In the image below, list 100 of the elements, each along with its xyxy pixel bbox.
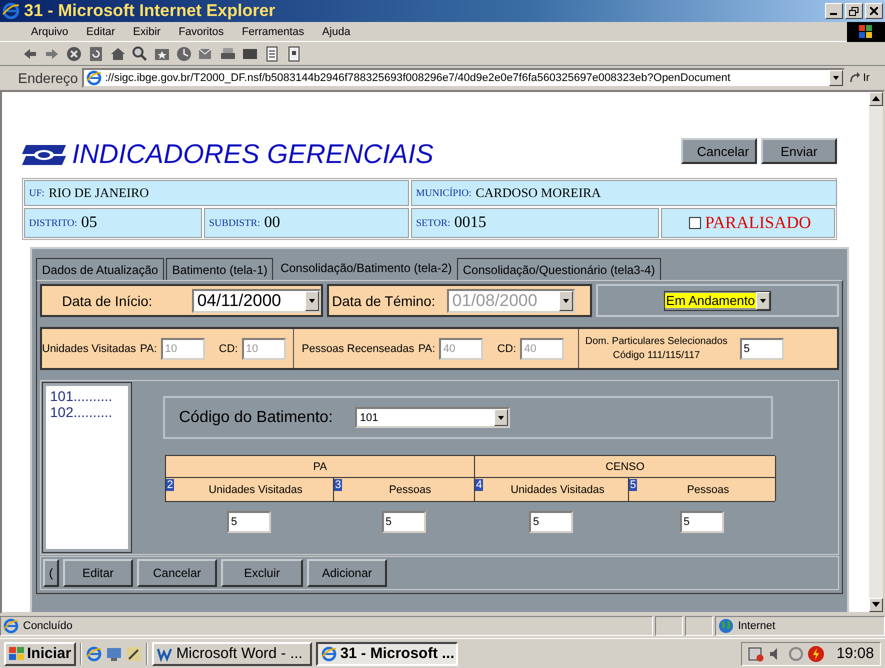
taskbar-button[interactable]: 31 - Microsoft ...: [316, 642, 458, 666]
column-label: Unidades Visitadas: [208, 484, 304, 496]
field-value: 00: [264, 214, 280, 232]
menu-item[interactable]: Editar: [79, 26, 122, 38]
field-label: SUBDISTR:: [209, 218, 260, 228]
column-number: 2: [166, 479, 174, 491]
cd-label: CD:: [218, 342, 238, 354]
home-icon[interactable]: [110, 46, 126, 62]
action-button[interactable]: Adicionar: [307, 559, 387, 587]
address-label: Endereço: [18, 70, 78, 86]
field-label: SETOR:: [416, 218, 450, 228]
column-label: Pessoas: [388, 484, 432, 496]
menu-item[interactable]: Favoritos: [172, 26, 231, 38]
submit-button[interactable]: Enviar: [761, 138, 837, 164]
action-button[interactable]: Cancelar: [137, 559, 217, 587]
start-button[interactable]: Iniciar: [4, 642, 76, 666]
code-label: Código do Batimento:: [179, 408, 333, 426]
status-select[interactable]: Em Andamento: [664, 290, 771, 310]
browser-logo-icon[interactable]: [2, 2, 20, 20]
field-label: MUNICÍPIO:: [416, 188, 472, 198]
date-label: Data de Início:: [62, 292, 152, 308]
cancel-button[interactable]: Cancelar: [681, 138, 757, 164]
mail-icon[interactable]: [198, 46, 214, 62]
document-icon[interactable]: [264, 46, 280, 62]
page-icon[interactable]: [86, 70, 102, 86]
checkbox[interactable]: [688, 217, 701, 229]
stop-icon[interactable]: [66, 46, 82, 62]
browser-icon[interactable]: [321, 646, 338, 662]
menu-item[interactable]: Ferramentas: [234, 26, 312, 38]
scheduler-icon[interactable]: [748, 646, 764, 662]
page-title: INDICADORES GERENCIAIS: [72, 139, 434, 170]
date-select[interactable]: 04/11/2000: [192, 288, 321, 312]
clock: 19:08: [836, 645, 874, 662]
dropdown-arrow-icon[interactable]: [832, 74, 840, 82]
list-item[interactable]: 102..........: [50, 404, 124, 420]
action-button[interactable]: Editar: [63, 559, 133, 587]
households-label: Dom. Particulares Selecionados Código 111/115/117: [585, 334, 728, 362]
code-list[interactable]: 101.......... 102..........: [43, 383, 131, 552]
page-icon[interactable]: [3, 618, 19, 634]
restore-icon: [849, 6, 859, 16]
group-header: PA: [166, 456, 475, 478]
zone-text: Internet: [738, 620, 776, 632]
status-pane: [685, 616, 713, 636]
windows-flag-icon: [847, 22, 885, 42]
document-icon[interactable]: [286, 46, 302, 62]
tab[interactable]: Consolidação/Batimento (tela-2): [275, 255, 457, 280]
value-input[interactable]: 5: [227, 511, 271, 533]
code-select[interactable]: 101: [354, 407, 510, 428]
minimize-button[interactable]: [825, 3, 843, 19]
restore-button[interactable]: [845, 3, 863, 19]
pa-label: PA:: [418, 342, 436, 354]
dropdown-arrow-icon[interactable]: [308, 296, 316, 304]
date-label: Data de Témino:: [332, 292, 436, 308]
field-value: CARDOSO MOREIRA: [476, 185, 601, 201]
dropdown-arrow-icon[interactable]: [496, 414, 505, 422]
cd-label: CD:: [497, 342, 516, 354]
field-label: UF:: [29, 188, 45, 198]
close-button[interactable]: [865, 3, 883, 19]
close-icon: [870, 7, 878, 15]
scroll-up-icon[interactable]: [872, 96, 880, 102]
tab[interactable]: Dados de Atualização: [36, 258, 164, 280]
go-button[interactable]: Ir: [849, 72, 885, 84]
dropdown-arrow-icon[interactable]: [758, 296, 767, 304]
menu-item[interactable]: Exibir: [126, 26, 168, 38]
tab[interactable]: Batimento (tela-1): [166, 258, 274, 280]
taskbar-button[interactable]: Microsoft Word - ...: [152, 642, 312, 666]
lightning-icon[interactable]: [808, 646, 824, 662]
value-input[interactable]: 5: [382, 511, 426, 533]
group-header: CENSO: [475, 456, 776, 478]
count-label: Unidades Visitadas: [42, 342, 136, 354]
scrollbar[interactable]: [869, 92, 883, 612]
search-icon[interactable]: [132, 46, 148, 62]
value-input[interactable]: 5: [680, 511, 724, 533]
value-input[interactable]: 5: [529, 511, 573, 533]
count-label: Pessoas Recenseadas: [302, 342, 414, 354]
menu-item[interactable]: Ajuda: [315, 26, 358, 38]
status-pane: [655, 616, 683, 636]
column-number: 4: [475, 479, 484, 491]
browser-icon[interactable]: [86, 646, 102, 662]
history-icon[interactable]: [176, 46, 192, 62]
action-button[interactable]: (: [43, 559, 59, 587]
address-field[interactable]: ://sigc.ibge.gov.br/T2000_DF.nsf/b5083144b2946f788325693f008296e7/40d9e2e0e7f6fa560325697e008323eb?OpenDocument: [82, 68, 845, 88]
action-button[interactable]: Excluir: [221, 559, 303, 587]
pencil-icon[interactable]: [126, 646, 142, 662]
tab[interactable]: Consolidação/Questionário (tela3-4): [456, 258, 661, 280]
print-icon[interactable]: [220, 46, 236, 62]
field-value: 0015: [454, 214, 486, 232]
desktop-icon[interactable]: [106, 646, 122, 662]
field-value: RIO DE JANEIRO: [48, 185, 149, 201]
households-input[interactable]: 5: [740, 338, 784, 360]
go-arrow-icon: [849, 72, 861, 84]
column-number: 3: [334, 479, 342, 491]
list-item[interactable]: 101..........: [50, 388, 124, 404]
window-title: 31 - Microsoft Internet Explorer: [24, 1, 276, 21]
status-text: Concluído: [23, 620, 73, 632]
column-number: 5: [629, 479, 638, 491]
scroll-down-icon[interactable]: [872, 602, 880, 608]
field-label: DISTRITO:: [29, 218, 78, 228]
column-label: Pessoas: [686, 484, 730, 496]
menu-item[interactable]: Arquivo: [24, 26, 76, 38]
